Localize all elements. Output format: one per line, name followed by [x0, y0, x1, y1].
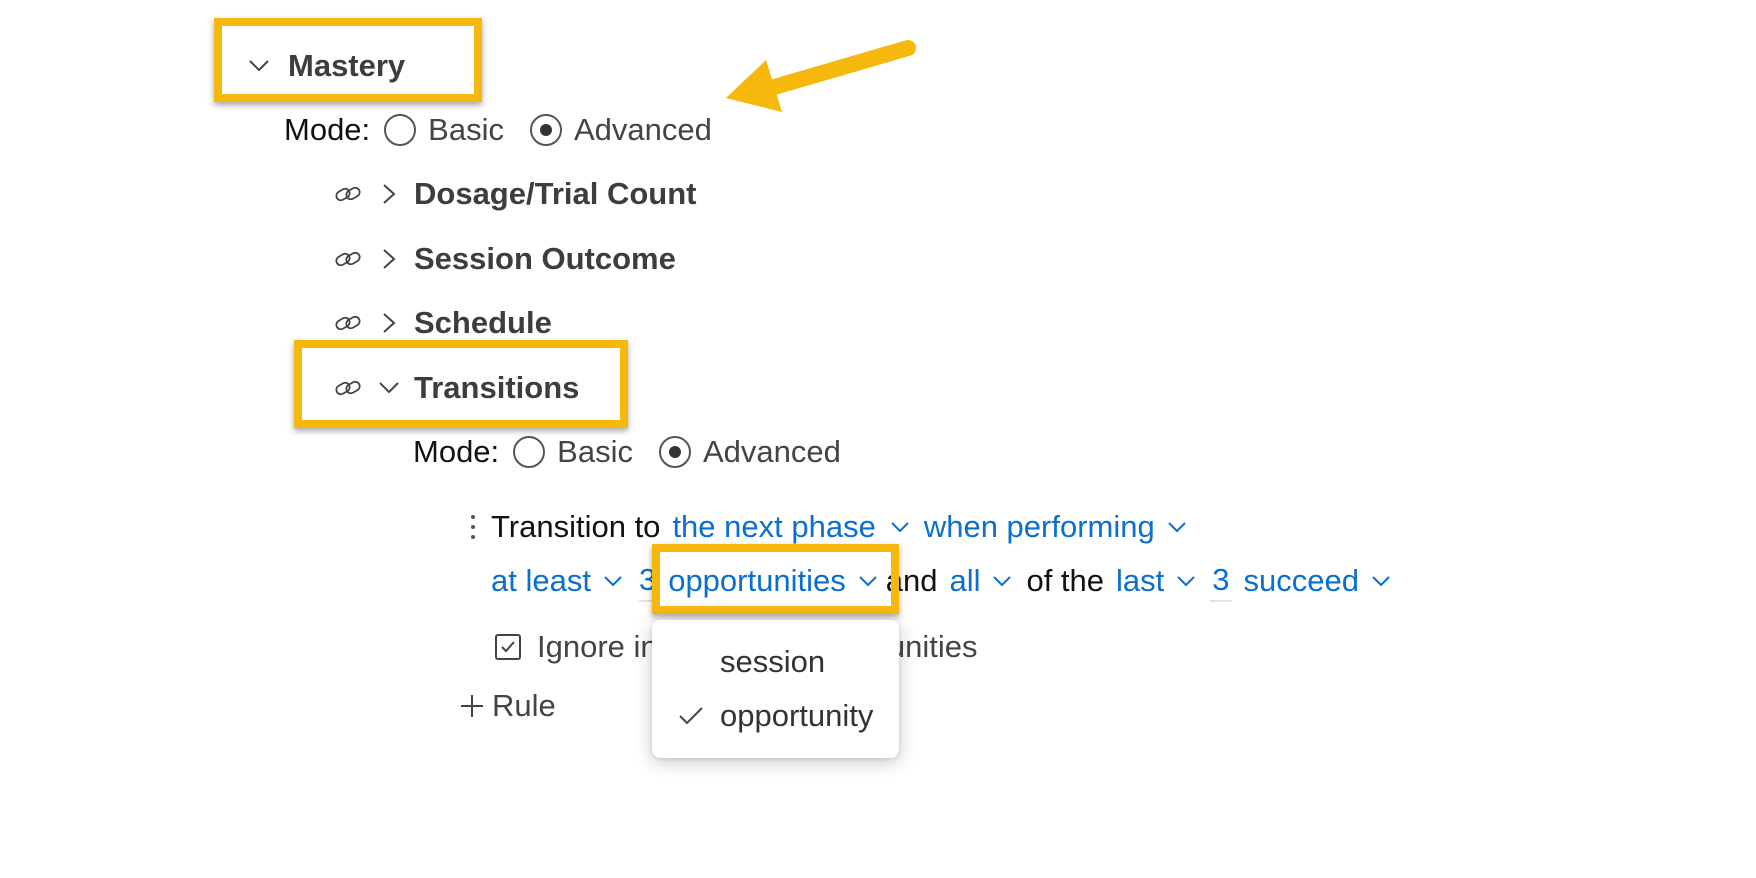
- chevron-down-icon[interactable]: [1176, 575, 1196, 587]
- mastery-mode-row: Mode: Basic Advanced: [284, 110, 712, 150]
- add-rule-label: Rule: [492, 688, 556, 723]
- radio-basic[interactable]: [384, 114, 417, 146]
- target-dropdown[interactable]: the next phase: [672, 507, 875, 547]
- mastery-header[interactable]: Mastery: [248, 46, 405, 86]
- ignore-label-start: Ignore in: [537, 629, 658, 664]
- rule-line-1: Transition to the next phase when perfor…: [491, 507, 1187, 547]
- link-icon: [335, 186, 361, 202]
- menu-option-label: opportunity: [720, 698, 874, 733]
- outcome-dropdown[interactable]: succeed: [1244, 561, 1359, 601]
- mode-label: Mode:: [284, 112, 371, 147]
- ignore-row: Ignore in: [495, 627, 658, 667]
- radio-basic-label: Basic: [428, 112, 504, 147]
- menu-option-session[interactable]: session: [652, 635, 899, 689]
- section-title: Dosage/Trial Count: [414, 176, 697, 211]
- scope-dropdown[interactable]: all: [949, 561, 980, 601]
- section-title: Schedule: [414, 305, 552, 340]
- unit-dropdown-menu: session opportunity: [652, 620, 899, 758]
- quantifier-dropdown[interactable]: at least: [491, 561, 591, 601]
- radio-advanced-label: Advanced: [702, 434, 841, 469]
- chevron-right-icon: [383, 313, 396, 333]
- radio-advanced[interactable]: [529, 114, 562, 146]
- radio-advanced[interactable]: [658, 436, 691, 468]
- window-dropdown[interactable]: last: [1116, 561, 1164, 601]
- link-icon: [335, 251, 361, 267]
- section-title-mastery: Mastery: [288, 48, 406, 83]
- callout-arrow: [726, 40, 916, 112]
- rule-line-2: at least 3 opportunities and all of the …: [491, 560, 1391, 602]
- link-icon: [335, 380, 361, 396]
- add-rule-button[interactable]: Rule: [460, 686, 556, 726]
- checkmark-icon: [679, 707, 703, 725]
- chevron-down-icon: [249, 60, 269, 72]
- chevron-down-icon[interactable]: [890, 521, 910, 533]
- section-row-session-outcome[interactable]: Session Outcome: [334, 239, 676, 279]
- drag-handle-icon[interactable]: [469, 513, 477, 541]
- window-count-input[interactable]: 3: [1210, 560, 1232, 602]
- chevron-down-icon[interactable]: [1371, 575, 1391, 587]
- menu-option-opportunity[interactable]: opportunity: [652, 689, 899, 743]
- section-row-transitions[interactable]: Transitions: [334, 368, 579, 408]
- section-title: Session Outcome: [414, 241, 676, 276]
- menu-option-label: session: [720, 644, 826, 679]
- condition-dropdown[interactable]: when performing: [924, 507, 1155, 547]
- mode-label: Mode:: [413, 434, 500, 469]
- chevron-down-icon: [379, 382, 399, 394]
- checkbox-checked-icon[interactable]: [495, 634, 521, 660]
- section-row-dosage[interactable]: Dosage/Trial Count: [334, 174, 696, 214]
- plus-icon: [461, 695, 483, 717]
- chevron-down-icon[interactable]: [603, 575, 623, 587]
- highlight-box-unit: [652, 544, 899, 614]
- chevron-down-icon[interactable]: [992, 575, 1012, 587]
- of-the-text: of the: [1026, 563, 1105, 598]
- rule-prefix: Transition to: [491, 509, 661, 544]
- section-row-schedule[interactable]: Schedule: [334, 303, 552, 343]
- link-icon: [335, 315, 361, 331]
- chevron-right-icon: [383, 249, 396, 269]
- transitions-mode-row: Mode: Basic Advanced: [413, 432, 841, 472]
- chevron-right-icon: [383, 184, 396, 204]
- section-title: Transitions: [414, 370, 580, 405]
- radio-basic[interactable]: [513, 436, 546, 468]
- chevron-down-icon[interactable]: [1167, 521, 1187, 533]
- radio-basic-label: Basic: [557, 434, 633, 469]
- radio-advanced-label: Advanced: [573, 112, 712, 147]
